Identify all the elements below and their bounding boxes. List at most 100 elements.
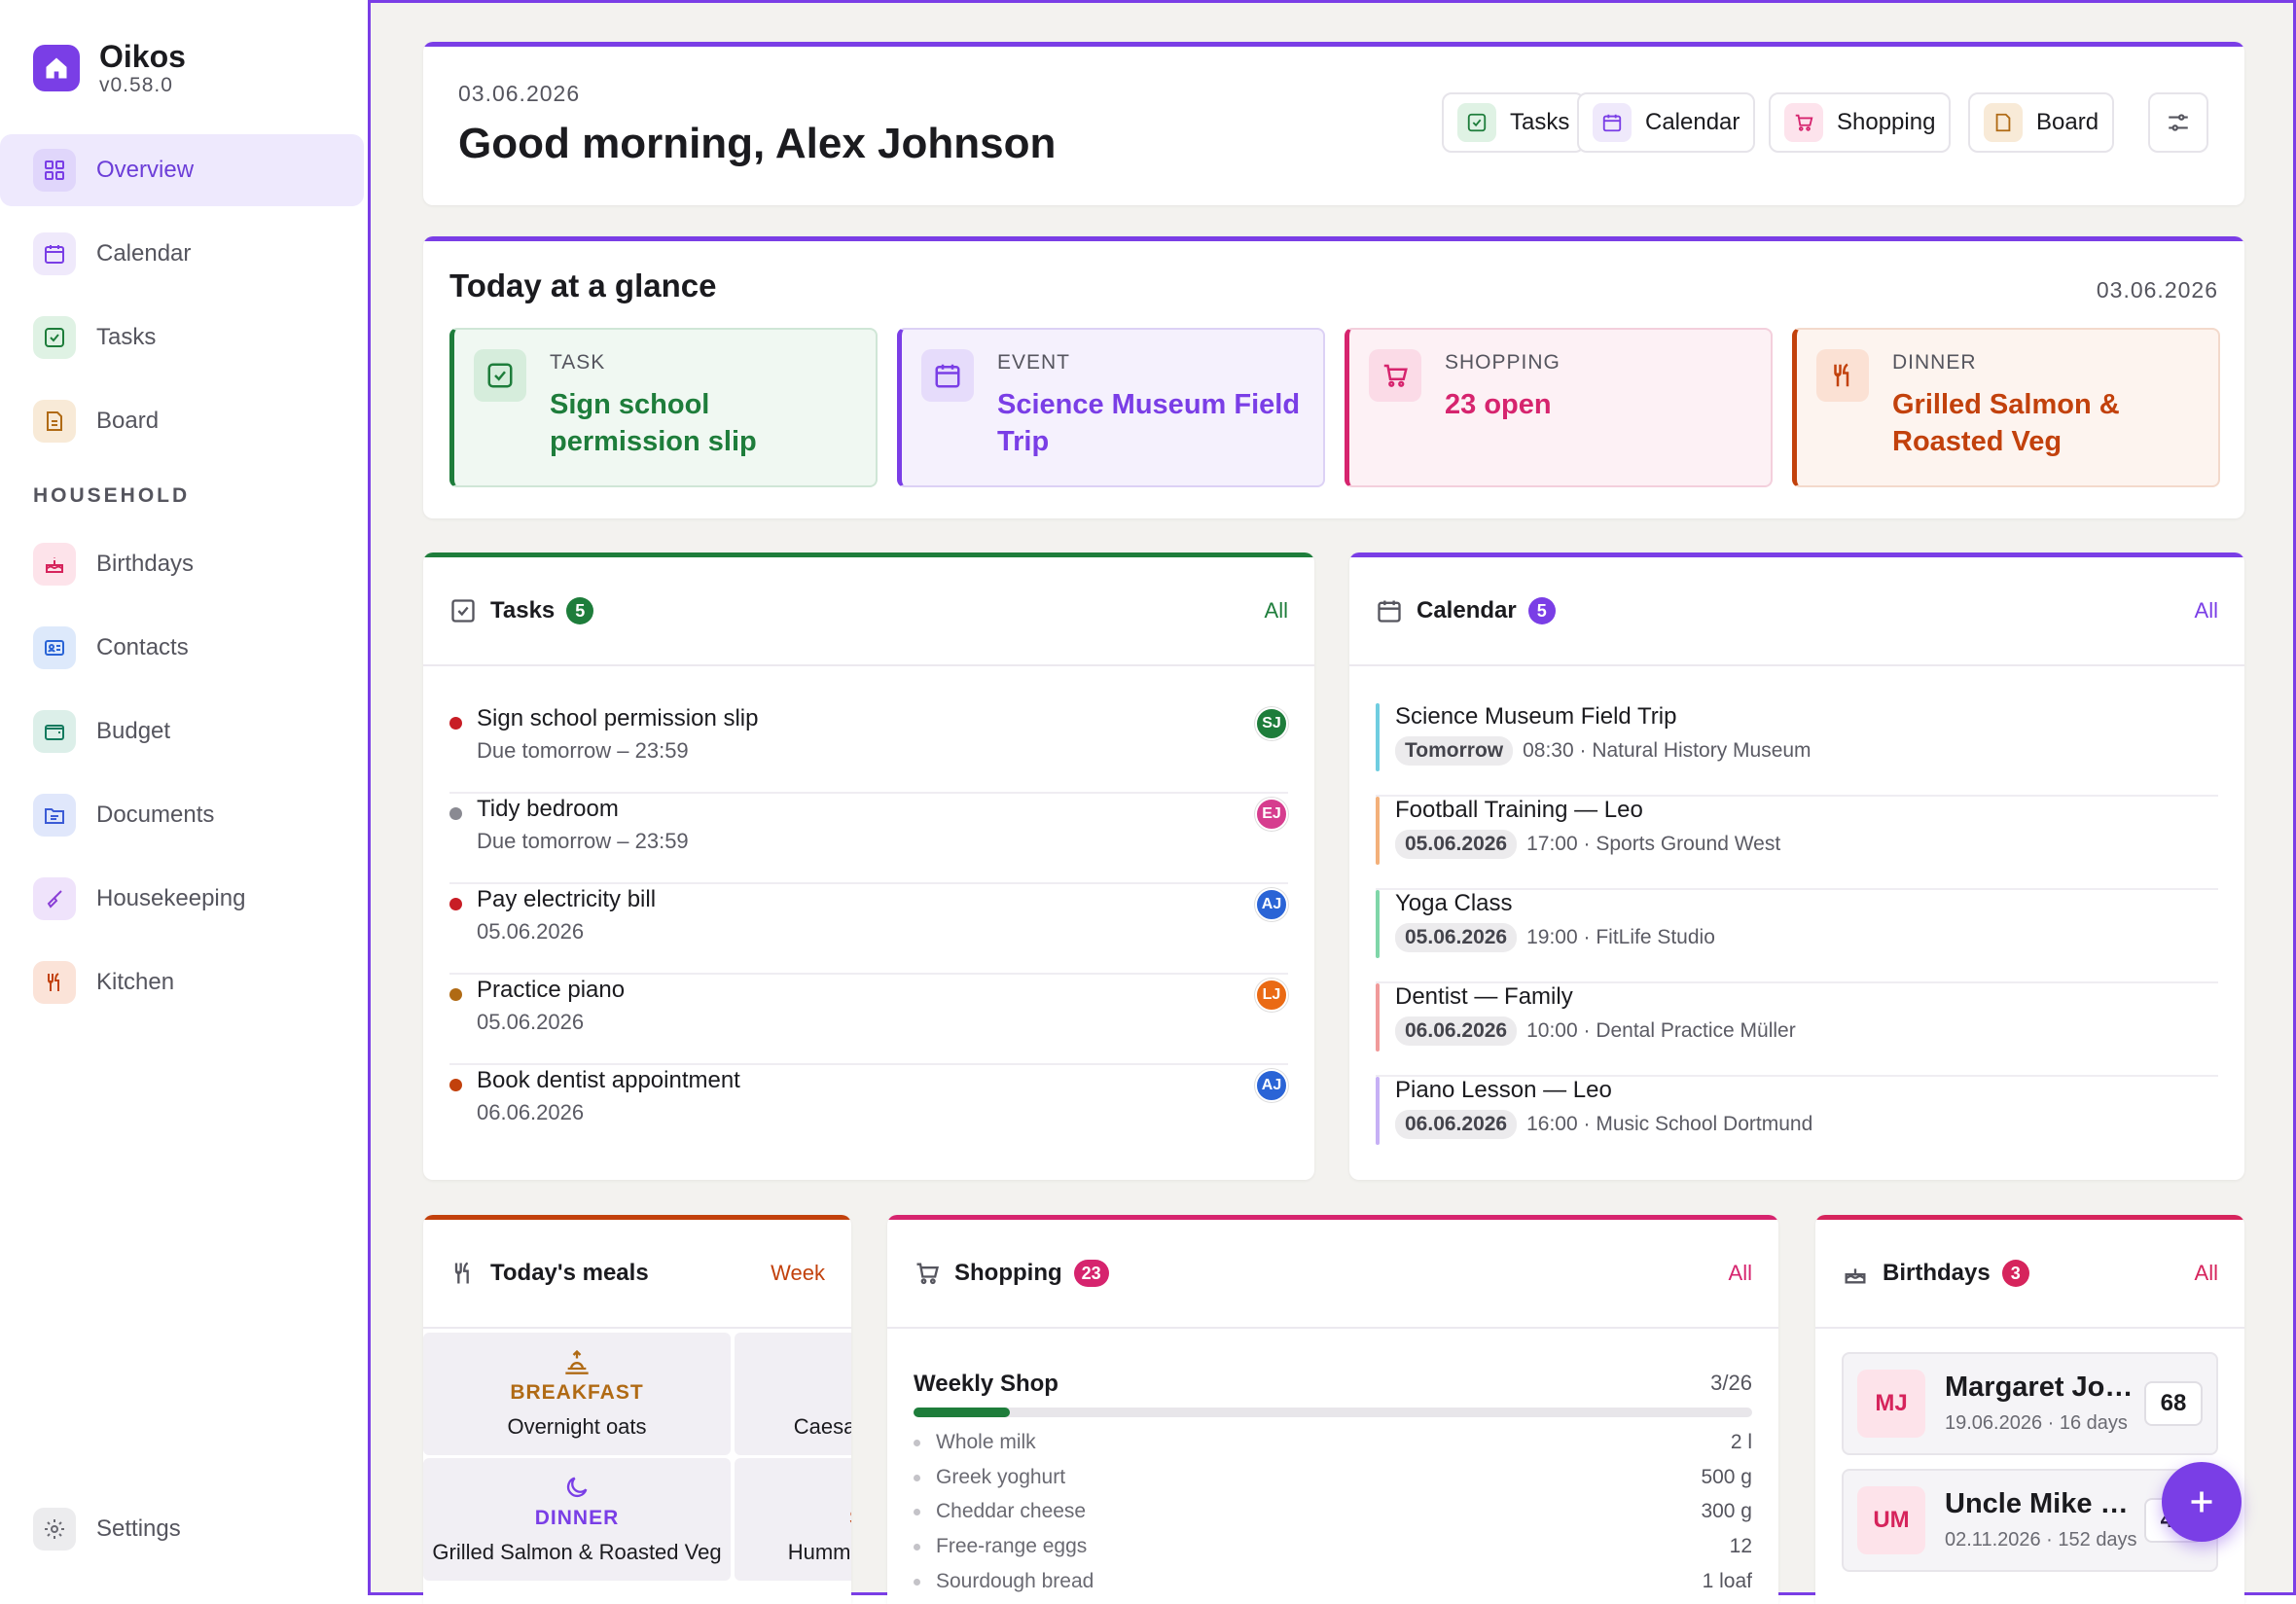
sidebar: Oikos v0.58.0 Overview Calendar Tasks Bo… <box>0 0 368 1595</box>
shopping-count-badge: 23 <box>1073 1260 1109 1287</box>
task-row[interactable]: Pay electricity bill 05.06.2026 AJ <box>449 884 1288 975</box>
cart-icon <box>1369 349 1421 402</box>
sidebar-item-tasks[interactable]: Tasks <box>0 302 364 374</box>
home-icon <box>33 45 80 91</box>
birthday-item[interactable]: MJ Margaret Johnson 19.06.2026 · 16 days… <box>1842 1352 2218 1455</box>
glance-dinner-tile[interactable]: DINNER Grilled Salmon & Roasted Veg <box>1792 328 2220 487</box>
calendar-icon <box>33 232 76 275</box>
quick-calendar-button[interactable]: Calendar <box>1577 92 1756 153</box>
sidebar-item-budget[interactable]: Budget <box>0 695 364 767</box>
note-icon <box>1984 103 2023 142</box>
sidebar-item-overview[interactable]: Overview <box>0 134 364 206</box>
sidebar-item-birthdays[interactable]: Birthdays <box>0 528 364 600</box>
cart-icon <box>1784 103 1823 142</box>
tasks-count-badge: 5 <box>566 597 594 624</box>
meal-lunch[interactable]: LUNCH Caesar salad wraps <box>735 1333 851 1455</box>
quick-board-button[interactable]: Board <box>1968 92 2115 153</box>
birthdays-all-link[interactable]: All <box>2195 1261 2218 1286</box>
list-item[interactable]: Greek yoghurt 500 g <box>914 1461 1752 1494</box>
sidebar-item-board[interactable]: Board <box>0 385 364 457</box>
avatar: AJ <box>1255 888 1288 921</box>
customize-button[interactable] <box>2148 92 2208 153</box>
glance-shopping-tile[interactable]: SHOPPING 23 open <box>1345 328 1773 487</box>
list-item[interactable]: Free-range eggs 12 <box>914 1530 1752 1563</box>
sidebar-item-label: Documents <box>96 802 215 828</box>
app-version: v0.58.0 <box>99 74 173 96</box>
folder-icon <box>33 794 76 837</box>
plus-icon <box>2191 1491 2212 1513</box>
cart-icon <box>916 1263 939 1285</box>
shopping-panel: Shopping 23 All Weekly Shop 3/26 Whole m… <box>887 1215 1778 1604</box>
sliders-icon <box>2169 114 2188 131</box>
note-icon <box>33 400 76 443</box>
sidebar-item-housekeeping[interactable]: Housekeeping <box>0 863 364 935</box>
avatar: EJ <box>1255 798 1288 831</box>
shopping-title: Shopping <box>954 1260 1062 1286</box>
calendar-all-link[interactable]: All <box>2195 598 2218 624</box>
birthdays-panel: Birthdays 3 All MJ Margaret Johnson 19.0… <box>1815 1215 2244 1604</box>
sunrise-icon <box>565 1349 589 1374</box>
brand[interactable]: Oikos v0.58.0 <box>33 39 186 97</box>
sidebar-item-contacts[interactable]: Contacts <box>0 612 364 684</box>
event-row[interactable]: Piano Lesson — Leo 06.06.2026 16:00 · Mus… <box>1376 1077 2218 1170</box>
sidebar-item-calendar[interactable]: Calendar <box>0 218 364 290</box>
meals-panel: Today's meals Week BREAKFAST Overnight o… <box>423 1215 851 1604</box>
glance-card: Today at a glance 03.06.2026 TASK Sign s… <box>423 236 2244 518</box>
quick-tasks-button[interactable]: Tasks <box>1442 92 1586 153</box>
app-name: Oikos <box>99 39 186 74</box>
header-card: 03.06.2026 Good morning, Alex Johnson Ta… <box>423 42 2244 205</box>
meal-snack[interactable]: SNACK Hummus with carrots <box>735 1458 851 1581</box>
sidebar-item-documents[interactable]: Documents <box>0 779 364 851</box>
tasks-all-link[interactable]: All <box>1265 598 1288 624</box>
check-square-icon <box>1457 103 1496 142</box>
glance-date: 03.06.2026 <box>2096 277 2218 303</box>
tasks-panel: Tasks 5 All Sign school permission slip … <box>423 552 1314 1180</box>
sidebar-item-settings[interactable]: Settings <box>0 1493 364 1565</box>
meal-dinner[interactable]: DINNER Grilled Salmon & Roasted Veg <box>423 1458 731 1581</box>
event-row[interactable]: Yoga Class 05.06.2026 19:00 · FitLife Stu… <box>1376 890 2218 983</box>
birthdays-title: Birthdays <box>1883 1260 1991 1286</box>
avatar: UM <box>1857 1486 1925 1554</box>
calendar-count-badge: 5 <box>1527 597 1556 624</box>
calendar-panel: Calendar 5 All Science Museum Field Trip… <box>1349 552 2244 1180</box>
meal-breakfast[interactable]: BREAKFAST Overnight oats <box>423 1333 731 1455</box>
main-content: 03.06.2026 Good morning, Alex Johnson Ta… <box>368 0 2296 1604</box>
utensils-icon <box>454 1262 469 1284</box>
event-row[interactable]: Dentist — Family 06.06.2026 10:00 · Denta… <box>1376 983 2218 1077</box>
glance-task-tile[interactable]: TASK Sign school permission slip <box>449 328 878 487</box>
contact-card-icon <box>33 626 76 669</box>
grid-icon <box>33 149 76 192</box>
task-row[interactable]: Tidy bedroom Due tomorrow – 23:59 EJ <box>449 794 1288 884</box>
sidebar-item-label: Tasks <box>96 324 157 350</box>
sidebar-item-label: Board <box>96 408 160 434</box>
shopping-all-link[interactable]: All <box>1729 1261 1752 1286</box>
calendar-title: Calendar <box>1417 597 1517 624</box>
task-row[interactable]: Practice piano 05.06.2026 LJ <box>449 975 1288 1065</box>
birthday-item[interactable]: UM Uncle Mike Johnson 02.11.2026 · 152 d… <box>1842 1469 2218 1572</box>
sidebar-item-label: Kitchen <box>96 969 175 995</box>
shopping-list-title[interactable]: Weekly Shop <box>914 1371 1058 1398</box>
list-item[interactable]: Cheddar cheese 300 g <box>914 1495 1752 1528</box>
moon-icon <box>566 1477 588 1498</box>
quick-shopping-button[interactable]: Shopping <box>1769 92 1952 153</box>
check-square-icon <box>451 599 475 623</box>
cake-icon <box>33 543 76 586</box>
avatar: MJ <box>1857 1370 1925 1438</box>
avatar: LJ <box>1255 979 1288 1012</box>
sidebar-item-label: Calendar <box>96 240 192 267</box>
task-row[interactable]: Sign school permission slip Due tomorrow… <box>449 703 1288 794</box>
task-row[interactable]: Book dentist appointment 06.06.2026 AJ <box>449 1065 1288 1156</box>
cake-icon <box>1845 1268 1866 1284</box>
section-label-household: HOUSEHOLD <box>33 484 191 507</box>
glance-event-tile[interactable]: EVENT Science Museum Field Trip <box>897 328 1325 487</box>
event-row[interactable]: Science Museum Field Trip Tomorrow 08:30 … <box>1376 703 2218 797</box>
list-item[interactable]: Whole milk 2 l <box>914 1426 1752 1459</box>
meals-week-link[interactable]: Week <box>771 1261 825 1286</box>
event-row[interactable]: Football Training — Leo 05.06.2026 17:00 … <box>1376 797 2218 890</box>
wallet-icon <box>33 710 76 753</box>
broom-icon <box>33 877 76 920</box>
sidebar-item-kitchen[interactable]: Kitchen <box>0 946 364 1018</box>
list-item[interactable]: Sourdough bread 1 loaf <box>914 1565 1752 1598</box>
birthdays-count-badge: 3 <box>2001 1260 2029 1287</box>
add-button[interactable] <box>2162 1462 2242 1542</box>
